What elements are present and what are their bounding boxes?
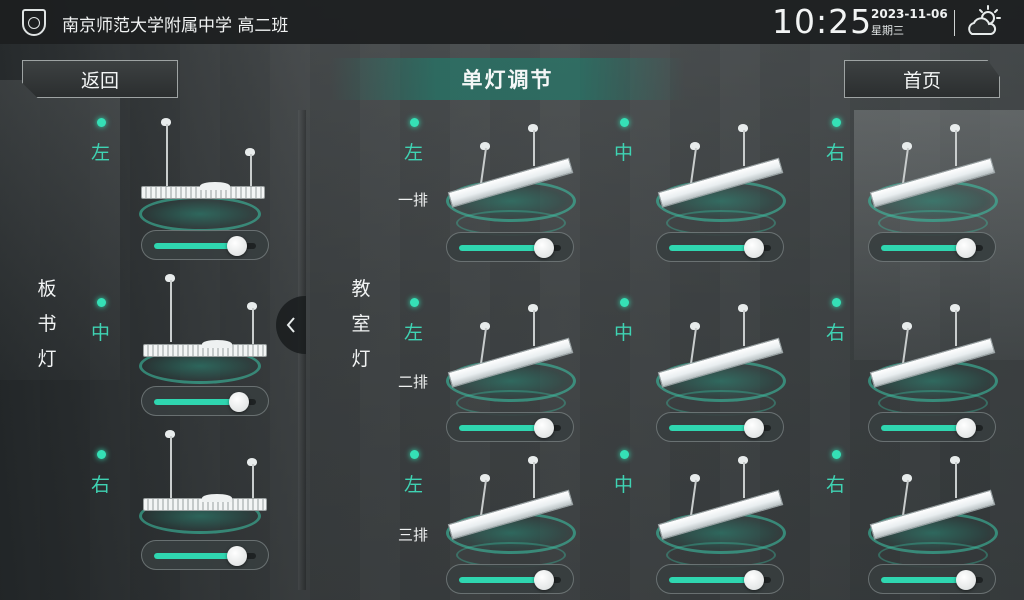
brightness-slider[interactable]: [656, 412, 784, 442]
board-light-left: 左: [91, 118, 269, 268]
brightness-slider[interactable]: [141, 230, 269, 260]
school-logo-icon: [22, 9, 46, 36]
light-position-label: 右: [826, 322, 846, 344]
status-dot: [97, 450, 106, 459]
brightness-slider[interactable]: [446, 412, 574, 442]
school-class-title: 南京师范大学附属中学 高二班: [62, 16, 289, 36]
classroom-light-row-2-left: 左: [404, 298, 576, 448]
brightness-slider[interactable]: [656, 564, 784, 594]
status-dot: [410, 298, 419, 307]
board-lamp-icon: [143, 494, 267, 511]
status-dot: [832, 298, 841, 307]
light-position-label: 右: [826, 142, 846, 164]
light-position-label: 左: [404, 474, 424, 496]
classroom-lights-label: 教 室 灯: [351, 278, 371, 370]
current-weekday: 星期三: [871, 24, 904, 37]
status-dot: [97, 298, 106, 307]
status-dot: [410, 118, 419, 127]
classroom-light-row-2-middle: 中: [614, 298, 786, 448]
page-title: 单灯调节: [330, 58, 685, 100]
top-status-bar: 南京师范大学附属中学 高二班 10:25 2023-11-06 星期三: [0, 0, 1024, 44]
divider: [954, 10, 955, 36]
brightness-slider[interactable]: [656, 232, 784, 262]
brightness-slider[interactable]: [446, 232, 574, 262]
board-lamp-icon: [141, 182, 265, 199]
classroom-light-row-2-right: 右: [826, 298, 998, 448]
board-light-right: 右: [91, 430, 269, 600]
light-position-label: 中: [91, 322, 111, 344]
classroom-light-row-1-right: 右: [826, 118, 998, 268]
current-date: 2023-11-06: [871, 7, 948, 21]
home-button[interactable]: 首页: [844, 60, 1000, 98]
brightness-slider[interactable]: [141, 540, 269, 570]
brightness-slider[interactable]: [868, 232, 996, 262]
light-position-label: 左: [404, 142, 424, 164]
status-dot: [620, 118, 629, 127]
light-position-label: 左: [404, 322, 424, 344]
classroom-light-row-3-right: 右: [826, 450, 998, 600]
classroom-light-row-1-left: 左: [404, 118, 576, 268]
clock-time: 10:25: [772, 2, 873, 41]
partly-cloudy-icon: [968, 5, 1001, 35]
status-dot: [410, 450, 419, 459]
brightness-slider[interactable]: [141, 386, 269, 416]
status-dot: [620, 450, 629, 459]
chevron-left-icon: [286, 317, 295, 333]
status-dot: [620, 298, 629, 307]
board-light-middle: 中: [91, 274, 269, 448]
brightness-slider[interactable]: [868, 564, 996, 594]
board-lights-label: 板 书 灯: [37, 278, 57, 370]
light-position-label: 中: [614, 474, 634, 496]
status-dot: [832, 118, 841, 127]
classroom-light-row-3-left: 左: [404, 450, 576, 600]
light-position-label: 中: [614, 142, 634, 164]
brightness-slider[interactable]: [868, 412, 996, 442]
board-lamp-icon: [143, 340, 267, 357]
classroom-light-row-3-middle: 中: [614, 450, 786, 600]
light-position-label: 中: [614, 322, 634, 344]
status-dot: [97, 118, 106, 127]
status-dot: [832, 450, 841, 459]
light-position-label: 右: [91, 474, 111, 496]
light-position-label: 右: [826, 474, 846, 496]
light-position-label: 左: [91, 142, 111, 164]
brightness-slider[interactable]: [446, 564, 574, 594]
classroom-light-row-1-middle: 中: [614, 118, 786, 268]
back-button[interactable]: 返回: [22, 60, 178, 98]
